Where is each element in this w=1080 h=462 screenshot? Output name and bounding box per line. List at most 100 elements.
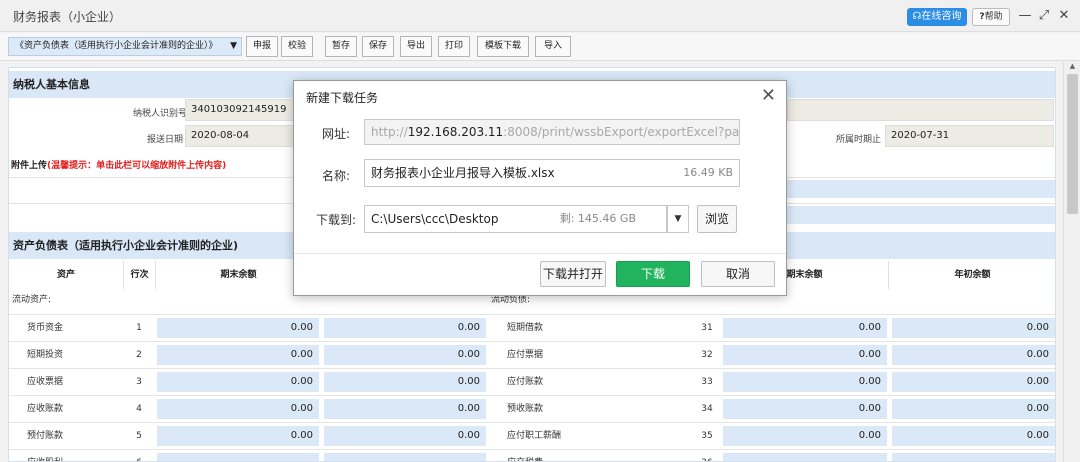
row-number: 36 — [695, 450, 719, 461]
row-label: 短期借款 — [507, 323, 544, 333]
help-label: 帮助 — [984, 12, 1003, 22]
amount-input[interactable] — [723, 453, 887, 461]
close-icon[interactable]: ✕ — [761, 85, 776, 106]
amount-input[interactable]: 0.00 — [324, 318, 486, 338]
row-number: 33 — [701, 377, 713, 387]
row-number: 35 — [701, 431, 713, 441]
attachment-tip: (温馨提示：单击此栏可以缩放附件上传内容) — [47, 161, 227, 171]
row-label: 应收账款 — [27, 404, 64, 414]
table-row: 货币资金 1 0.00 0.00 短期借款 31 0.00 0.00 — [9, 314, 1055, 341]
report-date-value: 2020-08-04 — [185, 125, 295, 147]
vertical-scrollbar[interactable]: ▲ — [1063, 62, 1080, 462]
destination-label: 下载到: — [315, 213, 356, 227]
destination-input[interactable]: C:\Users\ccc\Desktop 剩: 145.46 GB — [364, 205, 667, 233]
amount-input[interactable]: 0.00 — [892, 372, 1055, 392]
save-button[interactable]: 保存 — [362, 36, 394, 57]
row-number: 2 — [136, 350, 142, 360]
amount-input[interactable]: 0.00 — [324, 372, 486, 392]
amount-input[interactable] — [157, 453, 319, 461]
validate-button[interactable]: 校验 — [281, 36, 313, 57]
url-host: 192.168.203.11 — [407, 125, 504, 139]
import-button[interactable]: 导入 — [535, 36, 571, 57]
template-download-button[interactable]: 模板下载 — [477, 36, 529, 57]
amount-input[interactable]: 0.00 — [324, 426, 486, 446]
amount-input[interactable]: 0.00 — [892, 426, 1055, 446]
download-and-open-button[interactable]: 下载并打开 — [540, 261, 606, 287]
download-dialog: 新建下载任务 ✕ 网址: http://192.168.203.11:8008/… — [293, 80, 787, 296]
amount-input[interactable]: 0.00 — [324, 399, 486, 419]
row-number: 3 — [136, 377, 142, 387]
close-icon[interactable]: ✕ — [1057, 8, 1071, 24]
row-label: 应收股利 — [27, 450, 63, 461]
col-line-no: 行次 — [124, 261, 156, 289]
period-end-label: 所属时期止 — [835, 135, 881, 145]
current-assets-group: 流动资产: — [12, 295, 52, 305]
row-label: 短期投资 — [27, 350, 64, 360]
restore-icon[interactable]: ⤢ — [1037, 8, 1051, 24]
url-prefix: http:// — [371, 125, 408, 139]
amount-input[interactable]: 0.00 — [157, 318, 319, 338]
amount-input[interactable]: 0.00 — [157, 426, 319, 446]
attachment-label: 附件上传 — [11, 161, 48, 171]
row-number: 6 — [127, 450, 151, 461]
amount-input[interactable]: 0.00 — [157, 345, 319, 365]
row-label: 应付账款 — [507, 377, 544, 387]
url-field[interactable]: http://192.168.203.11:8008/print/wssbExp… — [364, 119, 740, 145]
row-number: 4 — [136, 404, 142, 414]
table-row: 短期投资 2 0.00 0.00 应付票据 32 0.00 0.00 — [9, 341, 1055, 368]
table-row: 应收股利 6 应交税费 36 — [9, 449, 1055, 461]
attachment-upload-toggle[interactable]: 附件上传(温馨提示：单击此栏可以缩放附件上传内容) — [11, 158, 226, 171]
row-label: 应付票据 — [507, 350, 544, 360]
row-label: 预付账款 — [27, 431, 64, 441]
draft-button[interactable]: 暂存 — [325, 36, 357, 57]
amount-input[interactable]: 0.00 — [723, 345, 887, 365]
print-button[interactable]: 打印 — [438, 36, 470, 57]
amount-input[interactable]: 0.00 — [892, 345, 1055, 365]
col-assets: 资产 — [9, 261, 124, 289]
amount-input[interactable]: 0.00 — [723, 318, 887, 338]
amount-input[interactable] — [324, 453, 486, 461]
row-number: 34 — [701, 404, 713, 414]
amount-input[interactable]: 0.00 — [892, 318, 1055, 338]
amount-input[interactable]: 0.00 — [324, 345, 486, 365]
export-button[interactable]: 导出 — [400, 36, 432, 57]
taxpayer-id-value: 340103092145919 — [185, 99, 295, 121]
taxpayer-name-value — [787, 99, 1054, 121]
table-row: 应收账款 4 0.00 0.00 预收账款 34 0.00 0.00 — [9, 395, 1055, 422]
amount-input[interactable]: 0.00 — [157, 399, 319, 419]
cancel-button[interactable]: 取消 — [701, 261, 775, 287]
table-row: 应收票据 3 0.00 0.00 应付账款 33 0.00 0.00 — [9, 368, 1055, 395]
url-rest: :8008/print/wssbExport/exportExcel?path=… — [503, 125, 740, 139]
amount-input[interactable]: 0.00 — [892, 399, 1055, 419]
table-row: 预付账款 5 0.00 0.00 应付职工薪酬 35 0.00 0.00 — [9, 422, 1055, 449]
amount-input[interactable]: 0.00 — [723, 372, 887, 392]
amount-input[interactable]: 0.00 — [157, 372, 319, 392]
report-select[interactable]: 《资产负债表（适用执行小企业会计准则的企业）》 ▼ — [8, 37, 242, 56]
amount-input[interactable]: 0.00 — [723, 399, 887, 419]
filename-input[interactable]: 财务报表小企业月报导入模板.xlsx 16.49 KB — [364, 159, 740, 187]
file-size: 16.49 KB — [683, 166, 733, 179]
row-label: 应交税费 — [507, 450, 543, 461]
row-label: 预收账款 — [507, 404, 544, 414]
window-title: 财务报表（小企业） — [13, 10, 122, 24]
taxpayer-id-label: 纳税人识别号 — [132, 109, 187, 119]
amount-input[interactable] — [892, 453, 1055, 461]
scrollbar-thumb[interactable] — [1067, 74, 1078, 214]
online-consult-button[interactable]: ☊在线咨询 — [907, 8, 967, 26]
row-label: 货币资金 — [27, 323, 64, 333]
submit-button[interactable]: 申报 — [246, 36, 278, 57]
help-button[interactable]: ?帮助 — [972, 8, 1010, 26]
scroll-up-icon[interactable]: ▲ — [1064, 62, 1080, 74]
amount-input[interactable]: 0.00 — [723, 426, 887, 446]
dialog-footer-divider — [294, 253, 786, 254]
download-button[interactable]: 下载 — [616, 261, 690, 287]
report-select-value: 《资产负债表（适用执行小企业会计准则的企业）》 — [15, 41, 218, 51]
minimize-icon[interactable]: — — [1018, 8, 1032, 24]
browse-button[interactable]: 浏览 — [697, 205, 737, 233]
caret-down-icon: ▼ — [230, 41, 237, 51]
chevron-down-icon[interactable]: ▼ — [667, 205, 689, 233]
filename-value: 财务报表小企业月报导入模板.xlsx — [371, 166, 555, 180]
row-label: 应付职工薪酬 — [507, 431, 562, 441]
report-date-label: 报送日期 — [146, 135, 183, 145]
period-end-value: 2020-07-31 — [885, 125, 1054, 147]
